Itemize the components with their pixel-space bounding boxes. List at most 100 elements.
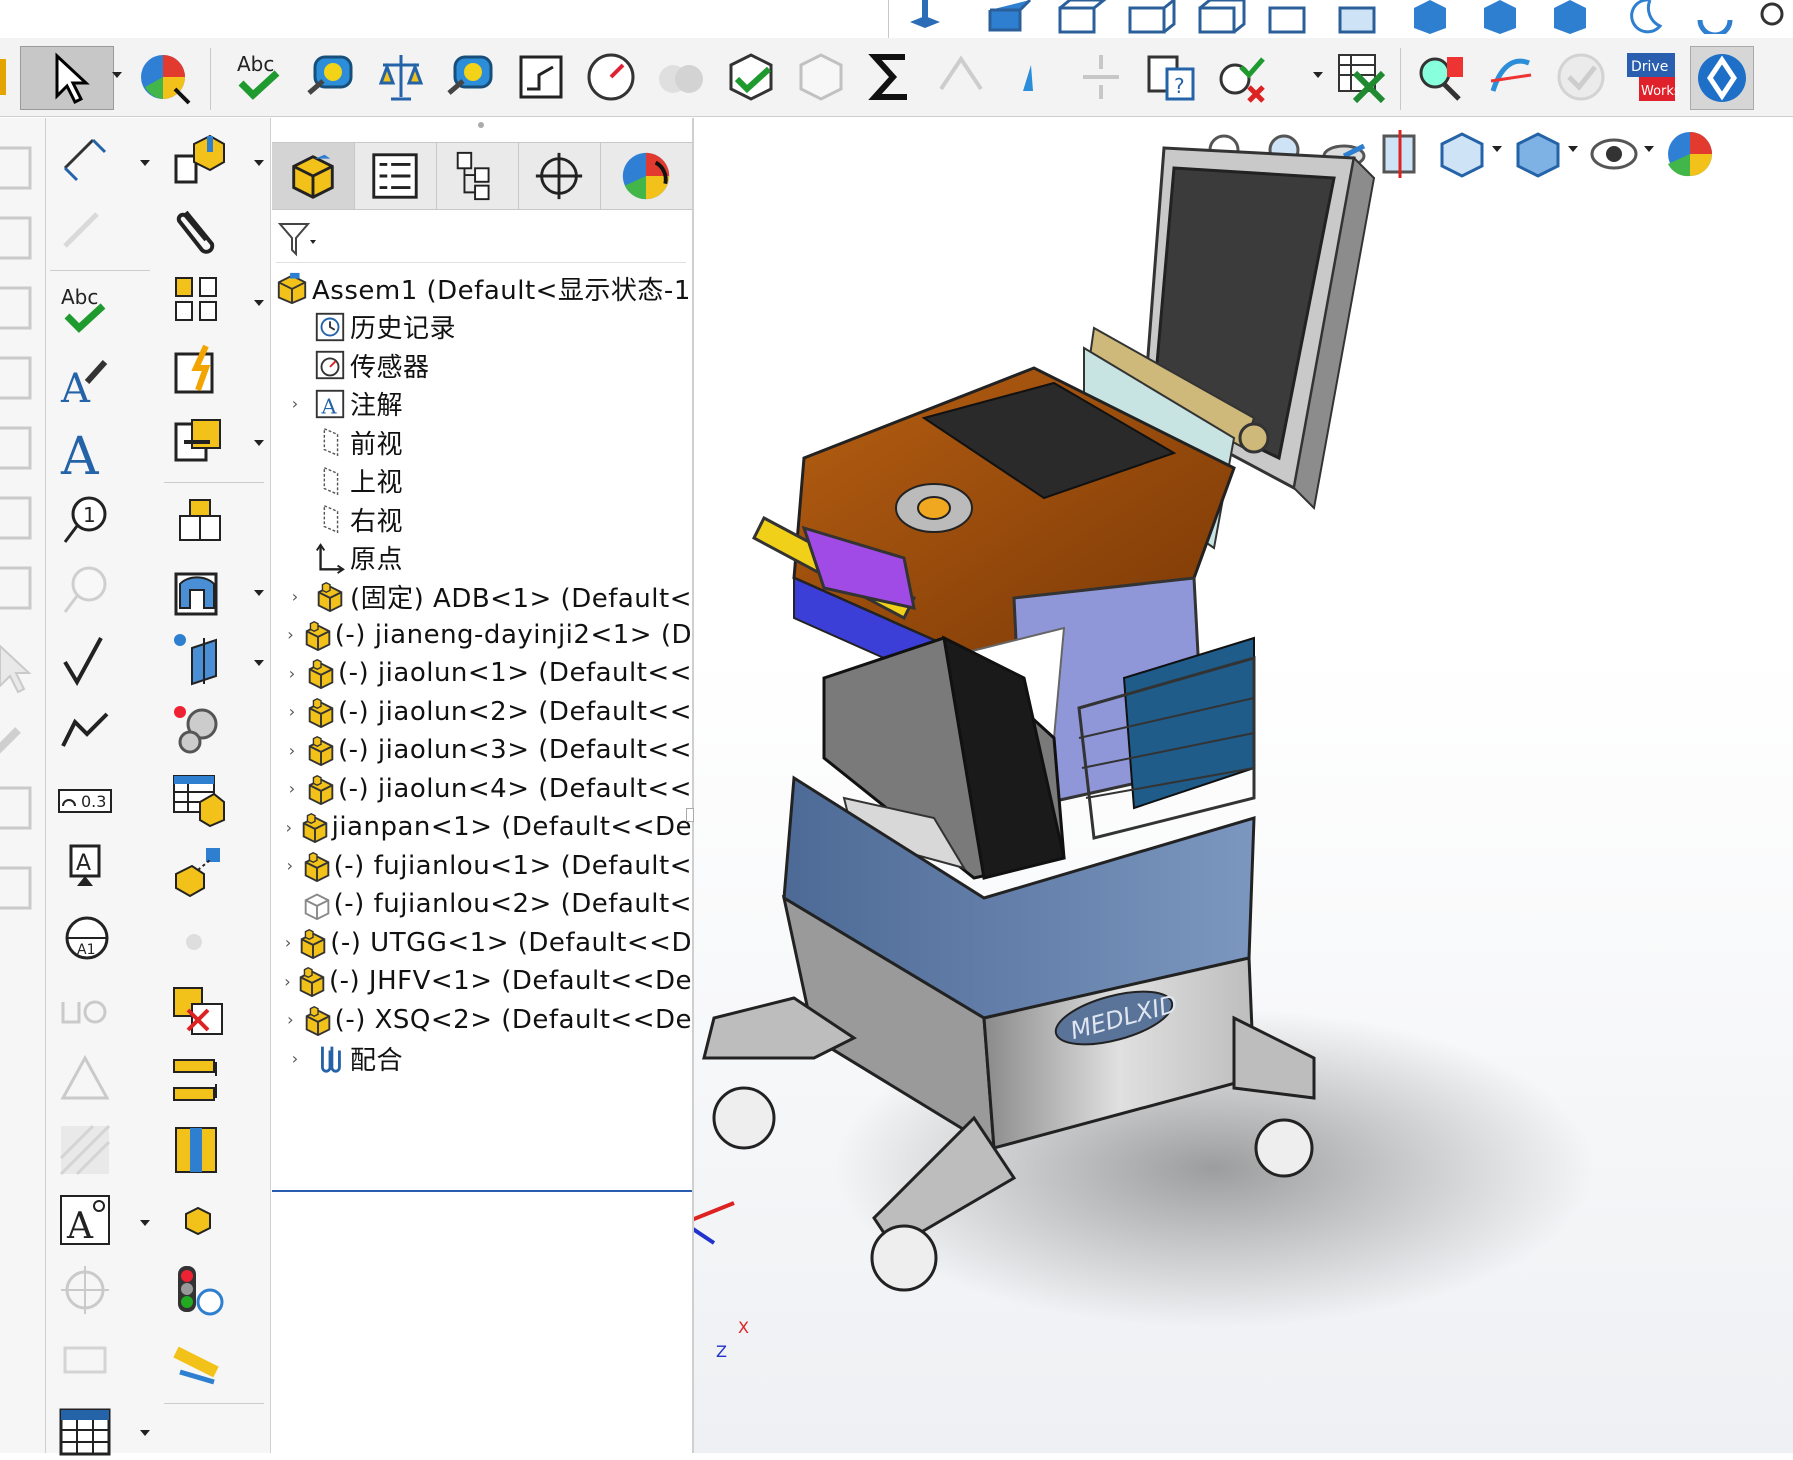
mate-button[interactable] [168, 200, 228, 260]
exploded-view-button[interactable] [168, 840, 228, 900]
assembly-features-dropdown-caret[interactable] [254, 590, 264, 596]
table-dropdown-caret[interactable] [140, 1430, 150, 1436]
view-iso-icon[interactable] [1400, 0, 1460, 34]
wrench-icon[interactable] [0, 708, 40, 768]
tree-item[interactable]: › (-) XSQ<2> (Default<<De [272, 1000, 692, 1040]
view-box-icon[interactable] [0, 278, 40, 338]
clearance-verification-button[interactable] [168, 1050, 228, 1110]
smart-fasteners-button[interactable] [168, 340, 228, 400]
tree-expand-arrow[interactable]: › [280, 856, 300, 875]
tree-expand-arrow[interactable]: › [280, 587, 310, 606]
check-tools-button[interactable] [1210, 46, 1272, 108]
tree-item[interactable]: 前视 [272, 422, 692, 462]
hole-alignment-button[interactable] [168, 1120, 228, 1180]
component-preview-button[interactable] [168, 270, 228, 330]
section-properties-button[interactable] [440, 46, 502, 108]
performance-button[interactable] [580, 46, 642, 108]
dimxpert-button[interactable] [55, 198, 115, 258]
tree-item[interactable]: › (-) jiaolun<4> (Default<< [272, 769, 692, 809]
tree-item[interactable]: 右视 [272, 499, 692, 539]
simulation-button[interactable] [1410, 46, 1472, 108]
view-box-icon[interactable] [1260, 0, 1320, 34]
interference-button[interactable] [650, 46, 712, 108]
tab-dimxpertmanager[interactable] [518, 143, 601, 209]
tree-item[interactable]: › (-) jianeng-dayinji2<1> (D [272, 615, 692, 655]
tree-item[interactable]: › (-) fujianlou<1> (Default< [272, 846, 692, 886]
view-box-icon[interactable] [0, 208, 40, 268]
new-motion-study-button[interactable] [168, 700, 228, 760]
format-painter-button[interactable]: A [55, 350, 115, 410]
table-button[interactable] [55, 1400, 115, 1460]
measure-button[interactable] [300, 46, 362, 108]
auto-balloon-button[interactable] [55, 560, 115, 620]
tree-item[interactable]: (-) fujianlou<2> (Default< [272, 884, 692, 924]
note-button[interactable]: A [55, 420, 115, 480]
show-hidden-components-button[interactable] [168, 490, 228, 550]
tree-item[interactable]: 历史记录 [272, 307, 692, 347]
panel-grip[interactable] [478, 122, 484, 128]
explode-line-sketch-button[interactable] [168, 910, 228, 970]
medical-cart-model[interactable]: MEDLXID [694, 118, 1793, 1453]
tab-featuremanager[interactable] [272, 143, 355, 209]
view-iso-icon[interactable] [1470, 0, 1530, 34]
view-box-icon[interactable] [0, 138, 40, 198]
view-box-icon[interactable] [0, 778, 40, 838]
options-icon[interactable] [1755, 0, 1789, 34]
select-pointer-icon[interactable] [0, 638, 40, 698]
tree-item[interactable]: › (固定) ADB<1> (Default< [272, 576, 692, 616]
bill-of-materials-button[interactable] [168, 770, 228, 830]
tree-expand-arrow[interactable]: › [280, 1049, 310, 1068]
appearance-button[interactable] [134, 46, 196, 108]
tree-item[interactable]: › (-) UTGG<1> (Default<<D [272, 923, 692, 963]
insert-components-button[interactable] [168, 130, 228, 190]
tree-expand-arrow[interactable]: › [280, 779, 304, 798]
centerline-button[interactable] [55, 1330, 115, 1390]
tab-propertymanager[interactable] [354, 143, 437, 209]
tree-item[interactable]: › jianpan<1> (Default<<De [272, 807, 692, 847]
equations-button[interactable] [860, 46, 922, 108]
tree-expand-arrow[interactable]: › [280, 818, 298, 837]
view-iso-icon[interactable] [1540, 0, 1600, 34]
block-button[interactable]: A [55, 1190, 115, 1250]
tree-item[interactable]: › (-) jiaolun<1> (Default<< [272, 653, 692, 693]
view-box-icon[interactable] [0, 348, 40, 408]
tab-displaymanager[interactable] [600, 143, 692, 209]
reference-geometry-button[interactable] [168, 630, 228, 690]
spell-check-button[interactable]: Abc [228, 46, 290, 108]
check-tools-dropdown-caret[interactable] [1313, 72, 1323, 78]
select-button[interactable] [20, 46, 114, 110]
moon-icon[interactable] [1620, 0, 1670, 34]
view-box-icon[interactable] [1330, 0, 1390, 34]
view-box-icon[interactable] [1120, 0, 1180, 34]
datum-target-button[interactable]: A1 [55, 910, 115, 970]
refresh-icon[interactable] [1690, 0, 1740, 38]
tree-item[interactable]: › (-) jiaolun<3> (Default<< [272, 730, 692, 770]
view-box-icon[interactable] [1050, 0, 1110, 34]
view-box-icon[interactable] [0, 488, 40, 548]
tree-item[interactable]: › 配合 [272, 1038, 692, 1078]
reference-dropdown-caret[interactable] [254, 660, 264, 666]
revision-symbol-button[interactable] [55, 1050, 115, 1110]
assembly-features-button[interactable] [168, 560, 228, 620]
move-dropdown-caret[interactable] [254, 440, 264, 446]
move-component-button[interactable] [168, 410, 228, 470]
block-dropdown-caret[interactable] [140, 1220, 150, 1226]
hole-callout-button[interactable] [55, 980, 115, 1040]
center-mark-button[interactable] [55, 1260, 115, 1320]
tree-item[interactable]: 原点 [272, 538, 692, 578]
surface-finish-button[interactable] [55, 630, 115, 690]
tree-expand-arrow[interactable]: › [280, 741, 304, 760]
tree-root-assembly[interactable]: Assem1 (Default<显示状态-1 [272, 268, 692, 308]
rotate-view-button[interactable] [1690, 46, 1754, 110]
insert-component-icon[interactable] [900, 0, 950, 34]
graphics-area[interactable]: MEDLXID Y X Z [694, 118, 1793, 1453]
tab-configurationmanager[interactable] [436, 143, 519, 209]
mass-properties-button[interactable] [370, 46, 432, 108]
import-diagnostics-button[interactable] [1000, 46, 1062, 108]
view-box-icon[interactable] [0, 558, 40, 618]
tree-expand-arrow[interactable]: › [280, 1010, 301, 1029]
smart-dimension-button[interactable] [55, 130, 115, 190]
tree-expand-arrow[interactable]: › [280, 664, 304, 683]
datum-feature-button[interactable]: A [55, 840, 115, 900]
document-check-button[interactable]: ? [1140, 46, 1202, 108]
